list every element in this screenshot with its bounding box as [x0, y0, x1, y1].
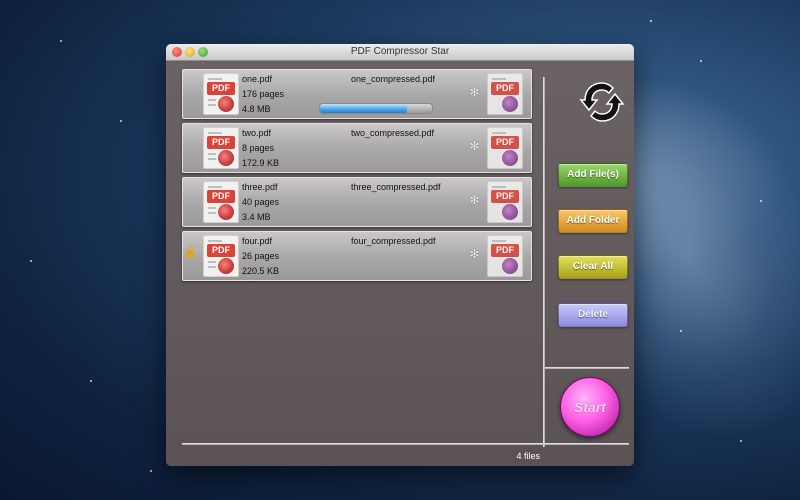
star — [760, 200, 762, 202]
file-name: four.pdf — [242, 236, 273, 246]
icon-line — [208, 240, 222, 242]
compression-progress-bar — [319, 103, 433, 114]
gear-icon[interactable]: ✻ — [469, 140, 480, 152]
star — [60, 40, 62, 42]
icon-swirl — [218, 204, 234, 220]
page-count: 176 pages — [242, 89, 285, 99]
icon-swirl — [218, 258, 234, 274]
delete-button[interactable]: Delete — [558, 303, 628, 327]
file-size: 3.4 MB — [242, 212, 271, 222]
window-title: PDF Compressor Star — [350, 46, 450, 57]
output-file-name: two_compressed.pdf — [351, 128, 435, 138]
pdf-file-icon: PDF — [203, 235, 239, 277]
icon-swirl — [218, 150, 234, 166]
pdf-label: PDF — [491, 190, 519, 203]
gear-icon[interactable]: ✻ — [469, 248, 480, 260]
pdf-file-icon: PDF — [203, 73, 239, 115]
clear-all-button[interactable]: Clear All — [558, 255, 628, 279]
icon-swirl — [502, 150, 518, 166]
pdf-label: PDF — [491, 82, 519, 95]
star — [700, 60, 702, 62]
file-row[interactable]: PDF three.pdf 40 pages 3.4 MB three_comp… — [182, 177, 532, 227]
file-row[interactable]: PDF one.pdf 176 pages 4.8 MB one_compres… — [182, 69, 532, 119]
pdf-label: PDF — [207, 244, 235, 257]
star — [120, 120, 122, 122]
gear-icon[interactable]: ✻ — [469, 86, 480, 98]
pdf-file-icon: PDF — [203, 181, 239, 223]
output-file-name: four_compressed.pdf — [351, 236, 436, 246]
icon-swirl — [218, 96, 234, 112]
pdf-label: PDF — [207, 190, 235, 203]
app-window: PDF Compressor Star PDF one.pdf 176 page… — [166, 44, 634, 466]
star — [680, 330, 682, 332]
compressed-pdf-icon: PDF — [487, 181, 523, 223]
icon-line — [208, 207, 216, 209]
panel-divider-vertical — [543, 77, 545, 447]
file-row[interactable]: PDF four.pdf 26 pages 220.5 KB four_comp… — [182, 231, 532, 281]
icon-line — [208, 261, 216, 263]
panel-divider-bottom — [182, 443, 629, 445]
file-row[interactable]: PDF two.pdf 8 pages 172.9 KB two_compres… — [182, 123, 532, 173]
icon-line — [208, 266, 216, 268]
progress-fill — [320, 104, 408, 113]
title-bar: PDF Compressor Star — [166, 44, 634, 61]
icon-line — [208, 186, 222, 188]
file-name: three.pdf — [242, 182, 278, 192]
icon-line — [492, 78, 506, 80]
star — [650, 20, 652, 22]
star — [90, 380, 92, 382]
main-content: PDF one.pdf 176 pages 4.8 MB one_compres… — [166, 61, 634, 466]
file-name: one.pdf — [242, 74, 273, 84]
icon-swirl — [502, 258, 518, 274]
refresh-icon[interactable] — [579, 79, 625, 125]
output-file-name: one_compressed.pdf — [351, 74, 436, 84]
output-file-name: three_compressed.pdf — [351, 182, 441, 192]
file-size: 4.8 MB — [242, 104, 271, 114]
icon-line — [208, 212, 216, 214]
add-folder-button[interactable]: Add Folder — [558, 209, 628, 233]
page-count: 40 pages — [242, 197, 280, 207]
star — [30, 260, 32, 262]
file-name: two.pdf — [242, 128, 272, 138]
icon-line — [492, 132, 506, 134]
icon-line — [208, 104, 216, 106]
pdf-label: PDF — [207, 82, 235, 95]
icon-line — [492, 186, 506, 188]
page-count: 8 pages — [242, 143, 275, 153]
star — [150, 470, 152, 472]
compressed-pdf-icon: PDF — [487, 127, 523, 169]
file-count-label: 4 files — [516, 451, 540, 461]
start-button[interactable]: Start — [560, 377, 620, 437]
icon-line — [492, 240, 506, 242]
file-size: 172.9 KB — [242, 158, 280, 168]
icon-line — [208, 158, 216, 160]
icon-swirl — [502, 96, 518, 112]
page-count: 26 pages — [242, 251, 280, 261]
lock-icon — [186, 245, 194, 258]
file-size: 220.5 KB — [242, 266, 280, 276]
compressed-pdf-icon: PDF — [487, 73, 523, 115]
icon-line — [208, 78, 222, 80]
pdf-label: PDF — [491, 136, 519, 149]
add-files-button[interactable]: Add File(s) — [558, 163, 628, 187]
icon-line — [208, 132, 222, 134]
compressed-pdf-icon: PDF — [487, 235, 523, 277]
icon-swirl — [502, 204, 518, 220]
pdf-file-icon: PDF — [203, 127, 239, 169]
pdf-label: PDF — [491, 244, 519, 257]
star — [740, 440, 742, 442]
panel-divider-right — [545, 367, 629, 369]
icon-line — [208, 153, 216, 155]
pdf-label: PDF — [207, 136, 235, 149]
gear-icon[interactable]: ✻ — [469, 194, 480, 206]
icon-line — [208, 99, 216, 101]
